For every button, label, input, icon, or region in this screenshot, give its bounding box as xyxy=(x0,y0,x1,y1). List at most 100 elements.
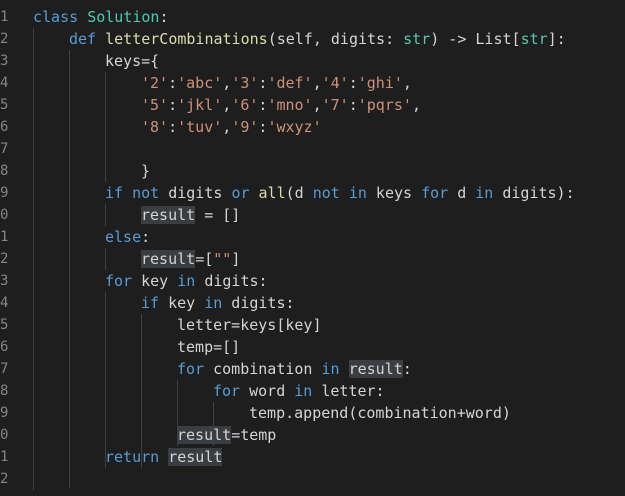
string: '8' xyxy=(141,118,169,136)
line-number: 8 xyxy=(0,163,9,179)
line-number: 3 xyxy=(0,53,9,69)
string: '2' xyxy=(141,74,169,92)
keyword: for xyxy=(213,382,241,400)
line-number: 7 xyxy=(0,361,9,377)
code-line-3[interactable]: keys={ xyxy=(105,50,159,72)
code-line-16[interactable]: temp=[] xyxy=(177,336,240,358)
code-token: : xyxy=(168,118,178,136)
code-line-20[interactable]: result=temp xyxy=(177,424,276,446)
line-number: 0 xyxy=(0,427,9,443)
line-number: 3 xyxy=(0,273,9,289)
code-editor[interactable]: 1 2 3 4 5 6 7 8 9 0 1 2 3 4 5 6 7 8 9 0 … xyxy=(0,0,625,496)
string: '9' xyxy=(231,118,259,136)
code-line-18[interactable]: for word in letter: xyxy=(213,380,385,402)
line-number: 6 xyxy=(0,339,9,355)
keyword: for xyxy=(105,272,133,290)
highlighted-symbol: result xyxy=(177,426,232,444)
keyword: in xyxy=(294,382,313,400)
code-line-11[interactable]: else: xyxy=(105,226,150,248)
code-line-9[interactable]: if not digits or all(d not in keys for d… xyxy=(105,182,575,204)
code-token: keys xyxy=(366,184,422,202)
string: '7' xyxy=(321,96,349,114)
string: 'tuv' xyxy=(177,118,223,136)
indent-guide xyxy=(33,28,34,490)
type-name: str xyxy=(520,30,548,48)
indent-guide xyxy=(105,72,106,182)
code-line-19[interactable]: temp.append(combination+word) xyxy=(249,402,511,424)
indent-guide xyxy=(141,314,142,468)
string: '6' xyxy=(231,96,259,114)
string: '3' xyxy=(231,74,259,92)
code-token: combination xyxy=(204,360,322,378)
line-number: 2 xyxy=(0,471,9,487)
code-line-1[interactable]: class Solution: xyxy=(33,6,168,28)
string: 'def' xyxy=(267,74,313,92)
code-token: , xyxy=(402,74,412,92)
builtin-function: all xyxy=(258,184,286,202)
keyword: in xyxy=(321,360,340,378)
code-token: : xyxy=(385,30,404,48)
class-name: Solution xyxy=(87,8,160,26)
code-line-12[interactable]: result=[""] xyxy=(141,248,240,270)
code-token: : xyxy=(168,74,178,92)
code-token: , xyxy=(222,118,232,136)
code-line-15[interactable]: letter=keys[key] xyxy=(177,314,322,336)
code-token: : xyxy=(348,96,358,114)
code-token: letter: xyxy=(312,382,385,400)
code-line-4[interactable]: '2':'abc','3':'def','4':'ghi', xyxy=(141,72,412,94)
line-number: 5 xyxy=(0,97,9,113)
code-token: temp.append(combination+word) xyxy=(249,404,511,422)
code-token: : xyxy=(168,96,178,114)
line-number: 9 xyxy=(0,185,9,201)
indent-guide xyxy=(105,292,106,468)
code-line-5[interactable]: '5':'jkl','6':'mno','7':'pqrs', xyxy=(141,94,421,116)
code-token: =[ xyxy=(195,250,214,268)
string: 'abc' xyxy=(177,74,223,92)
code-line-17[interactable]: for combination in result: xyxy=(177,358,412,380)
code-token: digits xyxy=(159,184,232,202)
code-token: key xyxy=(132,272,178,290)
code-line-13[interactable]: for key in digits: xyxy=(105,270,268,292)
string: 'pqrs' xyxy=(357,96,412,114)
line-number: 1 xyxy=(0,9,9,25)
indent-guide xyxy=(105,204,106,226)
line-number: 6 xyxy=(0,119,9,135)
string: '5' xyxy=(141,96,169,114)
code-token: : xyxy=(402,360,412,378)
string: 'ghi' xyxy=(357,74,403,92)
code-token: (self, xyxy=(267,30,331,48)
code-line-10[interactable]: result = [] xyxy=(141,204,240,226)
keyword: in xyxy=(204,294,223,312)
line-number: 7 xyxy=(0,141,9,157)
code-token: ] xyxy=(231,250,241,268)
code-line-8[interactable]: } xyxy=(141,160,150,182)
line-number: 4 xyxy=(0,295,9,311)
code-line-2[interactable]: def letterCombinations(self, digits: str… xyxy=(69,28,566,50)
keyword: return xyxy=(105,448,160,466)
code-token: , xyxy=(411,96,421,114)
code-token: (d xyxy=(285,184,313,202)
indent-guide xyxy=(69,50,70,488)
code-token: word xyxy=(240,382,295,400)
keyword: not xyxy=(312,184,340,202)
code-token: letter=keys[key] xyxy=(177,316,322,334)
string: 'jkl' xyxy=(177,96,223,114)
code-line-6[interactable]: '8':'tuv','9':'wxyz' xyxy=(141,116,322,138)
highlighted-symbol: result xyxy=(168,448,223,466)
keyword: not xyxy=(132,184,160,202)
code-line-21[interactable]: return result xyxy=(105,446,223,468)
keyword: in xyxy=(177,272,196,290)
code-line-14[interactable]: if key in digits: xyxy=(141,292,295,314)
line-number: 4 xyxy=(0,75,9,91)
highlighted-symbol: result xyxy=(141,206,196,224)
highlighted-symbol: result xyxy=(141,250,196,268)
keyword: or xyxy=(231,184,250,202)
code-token: , xyxy=(222,74,232,92)
code-token: key xyxy=(159,294,205,312)
